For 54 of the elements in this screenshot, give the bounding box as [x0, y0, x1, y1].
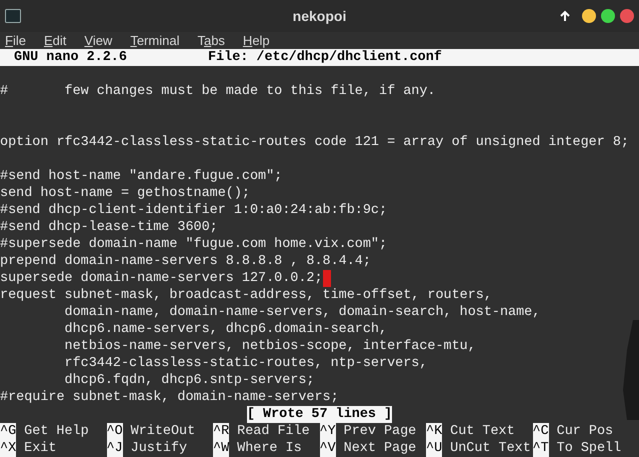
- shortcut-label: Justify: [130, 440, 188, 457]
- code-line: request subnet-mask, broadcast-address, time-offset, routers,: [0, 287, 492, 304]
- window-title: nekopoi: [292, 6, 346, 26]
- shortcut-label: Where Is: [237, 440, 302, 457]
- code-line: netbios-name-servers, netbios-scope, interface-mtu,: [64, 338, 476, 355]
- shortcut-label: Get Help: [24, 423, 89, 440]
- file-name: File: /etc/dhcp/dhclient.conf: [208, 49, 442, 66]
- shortcut-key: ^Y: [320, 423, 336, 440]
- code-line: #require subnet-mask, domain-name-servers;: [0, 389, 339, 406]
- code-line: #supersede domain-name "fugue.com home.vix.com";: [0, 236, 388, 253]
- shortcut-label: UnCut Text: [450, 440, 531, 457]
- close-button[interactable]: [620, 9, 634, 23]
- shortcut-key: ^R: [213, 423, 230, 440]
- code-line: supersede domain-name-servers 127.0.0.2;: [0, 270, 323, 287]
- shortcut-key: ^T: [532, 440, 549, 457]
- code-line: option rfc3442-classless-static-routes code 121 = array of unsigned integer 8;: [0, 134, 629, 151]
- shortcut-key: ^G: [0, 423, 16, 440]
- menu-item[interactable]: Tabs: [197, 31, 225, 51]
- shortcut-label: Read File: [237, 423, 310, 440]
- menu-item[interactable]: File: [5, 31, 26, 51]
- code-line: #send dhcp-lease-time 3600;: [0, 219, 218, 236]
- menu-item[interactable]: View: [84, 31, 112, 51]
- maximize-button[interactable]: [601, 9, 615, 23]
- shortcut-label: Cut Text: [450, 423, 515, 440]
- shortcut-key: ^O: [106, 423, 123, 440]
- code-line: send host-name = gethostname();: [0, 185, 250, 202]
- shortcut-key: ^U: [426, 440, 442, 457]
- shortcut-label: Cur Pos: [556, 423, 614, 440]
- code-line: #send dhcp-client-identifier 1:0:a0:24:ab:fb:9c;: [0, 202, 388, 219]
- shortcut-key: ^K: [426, 423, 442, 440]
- code-line: # few changes must be made to this file, if any.: [0, 83, 436, 100]
- nano-version: GNU nano 2.2.6: [14, 49, 128, 66]
- shortcut-label: Next Page: [344, 440, 416, 457]
- shortcut-key: ^X: [0, 440, 16, 457]
- code-line: #send host-name "andare.fugue.com";: [0, 168, 282, 185]
- code-line: dhcp6.fqdn, dhcp6.sntp-servers;: [64, 372, 314, 389]
- shortcut-label: WriteOut: [130, 423, 196, 440]
- code-line: prepend domain-name-servers 8.8.8.8 , 8.8.4.4;: [0, 253, 371, 270]
- shortcut-key: ^C: [532, 423, 549, 440]
- shortcut-key: ^J: [106, 440, 123, 457]
- shortcut-label: Prev Page: [344, 423, 416, 440]
- arrow-up-icon[interactable]: [559, 10, 571, 22]
- menu-item[interactable]: Edit: [44, 31, 66, 51]
- shortcut-label: To Spell: [556, 440, 622, 457]
- code-line: domain-name, domain-name-servers, domain-search, host-name,: [64, 304, 540, 321]
- menu-item[interactable]: Terminal: [130, 31, 180, 51]
- menu-item[interactable]: Help: [242, 31, 270, 51]
- minimize-button[interactable]: [582, 9, 596, 23]
- shortcut-key: ^V: [320, 440, 336, 457]
- terminal-icon: [5, 9, 21, 23]
- code-line: dhcp6.name-servers, dhcp6.domain-search,: [64, 321, 388, 338]
- shortcut-label: Exit: [24, 440, 56, 457]
- code-line: rfc3442-classless-static-routes, ntp-servers,: [64, 355, 428, 372]
- status-message: [ Wrote 57 lines ]: [246, 406, 392, 423]
